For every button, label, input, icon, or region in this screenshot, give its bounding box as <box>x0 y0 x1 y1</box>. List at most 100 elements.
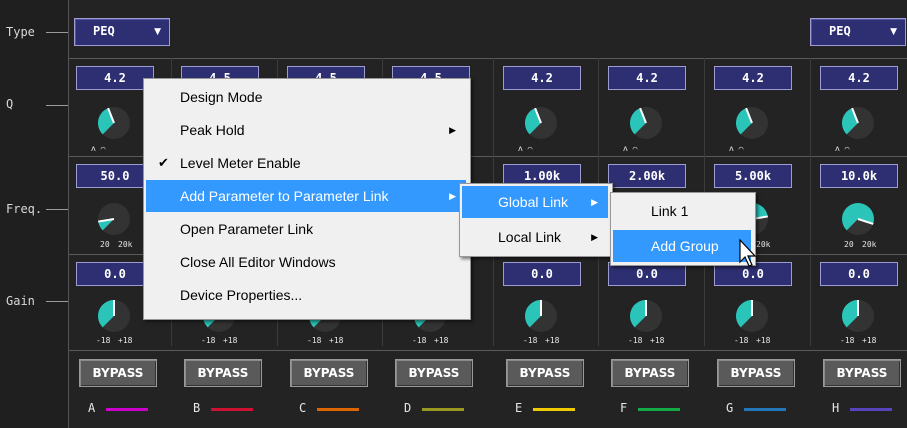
gain-value-box[interactable]: 0.0 <box>820 262 898 286</box>
bypass-button[interactable]: BYPASS <box>823 359 901 387</box>
bypass-button[interactable]: BYPASS <box>506 359 584 387</box>
chevron-down-icon: ▼ <box>154 27 161 37</box>
freq-tick-max: 20k <box>862 240 877 249</box>
chevron-down-icon: ▼ <box>890 27 897 37</box>
context-menu: Design Mode Peak Hold ▶ ✔ Level Meter Enab… <box>143 78 471 320</box>
menu-item-design-mode[interactable]: Design Mode <box>146 81 466 113</box>
gain-knob[interactable] <box>92 294 136 338</box>
gain-knob[interactable] <box>836 294 880 338</box>
freq-tick-min: 20 <box>100 240 110 249</box>
freq-value[interactable]: 50.0 <box>77 165 153 187</box>
freq-knob[interactable] <box>836 197 880 241</box>
submenu-arrow-icon: ▶ <box>449 125 456 135</box>
gain-value[interactable]: 0.0 <box>504 263 580 285</box>
channel-color-line <box>106 408 148 411</box>
gain-tick-min: -18 <box>523 336 538 345</box>
row-label-q: Q <box>6 97 14 111</box>
q-value[interactable]: 4.2 <box>715 67 791 89</box>
q-curve-icons: ʌ ⌒ <box>518 144 533 153</box>
menu-item-open-parameter-link[interactable]: Open Parameter Link <box>146 213 466 245</box>
menu-item-label: Close All Editor Windows <box>180 254 336 270</box>
menu-item-label: Design Mode <box>180 89 263 105</box>
menu-item-label: Global Link <box>498 194 569 210</box>
q-knob[interactable] <box>92 101 136 145</box>
type-dropdown-value: PEQ <box>829 24 851 38</box>
q-value[interactable]: 4.2 <box>504 67 580 89</box>
q-curve-icons: ʌ ⌒ <box>729 144 744 153</box>
channel-color-line <box>533 408 575 411</box>
gain-value[interactable]: 0.0 <box>821 263 897 285</box>
channel-color-line <box>211 408 253 411</box>
bypass-button[interactable]: BYPASS <box>611 359 689 387</box>
mouse-cursor-icon <box>739 238 757 267</box>
menu-item-global-link[interactable]: Global Link ▶ <box>462 186 608 218</box>
global-link-submenu: Link 1 Add Group <box>610 192 756 266</box>
menu-item-add-parameter-link[interactable]: Add Parameter to Parameter Link ▶ <box>146 180 466 212</box>
menu-item-close-all-editor-windows[interactable]: Close All Editor Windows <box>146 246 466 278</box>
freq-value[interactable]: 2.00k <box>609 165 685 187</box>
gain-tick-max: +18 <box>118 336 133 345</box>
q-knob[interactable] <box>624 101 668 145</box>
bypass-button[interactable]: BYPASS <box>717 359 795 387</box>
menu-item-label: Add Group <box>651 238 719 254</box>
menu-item-link-1[interactable]: Link 1 <box>613 195 751 227</box>
q-curve-icons: ʌ ⌒ <box>623 144 638 153</box>
gain-knob[interactable] <box>730 294 774 338</box>
type-dropdown-h[interactable]: PEQ ▼ <box>810 18 906 46</box>
column-divider <box>810 58 811 346</box>
menu-item-level-meter-enable[interactable]: ✔ Level Meter Enable <box>146 147 466 179</box>
freq-value[interactable]: 5.00k <box>715 165 791 187</box>
q-value[interactable]: 4.2 <box>821 67 897 89</box>
q-value-box[interactable]: 4.2 <box>608 66 686 90</box>
freq-knob[interactable] <box>92 197 136 241</box>
q-value-box[interactable]: 4.2 <box>503 66 581 90</box>
freq-value-box[interactable]: 2.00k <box>608 164 686 188</box>
q-value-box[interactable]: 4.2 <box>714 66 792 90</box>
gain-tick-min: -18 <box>734 336 749 345</box>
submenu-arrow-icon: ▶ <box>591 197 598 207</box>
channel-label: A <box>88 401 96 415</box>
channel-label: G <box>726 401 734 415</box>
q-value-box[interactable]: 4.2 <box>820 66 898 90</box>
row-leader-gain <box>46 301 68 302</box>
gain-value[interactable]: 0.0 <box>77 263 153 285</box>
bypass-button[interactable]: BYPASS <box>290 359 368 387</box>
gain-tick-min: -18 <box>201 336 216 345</box>
q-knob[interactable] <box>730 101 774 145</box>
submenu-arrow-icon: ▶ <box>449 191 456 201</box>
freq-value-box[interactable]: 10.0k <box>820 164 898 188</box>
menu-item-device-properties[interactable]: Device Properties... <box>146 279 466 311</box>
channel-label: C <box>299 401 307 415</box>
bypass-button[interactable]: BYPASS <box>395 359 473 387</box>
freq-value-box[interactable]: 5.00k <box>714 164 792 188</box>
gain-knob[interactable] <box>519 294 563 338</box>
menu-item-label: Device Properties... <box>180 287 303 303</box>
peq-editor-window: Type Q Freq. Gain PEQ ▼ PEQ ▼ 4.2 ʌ ⌒ 50.0… <box>0 0 907 428</box>
type-dropdown-value: PEQ <box>93 24 115 38</box>
gain-knob[interactable] <box>624 294 668 338</box>
gain-value[interactable]: 0.0 <box>609 263 685 285</box>
bypass-button[interactable]: BYPASS <box>184 359 262 387</box>
channel-label: F <box>620 401 628 415</box>
menu-item-add-group[interactable]: Add Group <box>613 230 751 262</box>
menu-item-local-link[interactable]: Local Link ▶ <box>462 221 608 253</box>
row-label-column: Type Q Freq. Gain <box>0 0 69 428</box>
channel-color-line <box>850 408 892 411</box>
q-value[interactable]: 4.2 <box>77 67 153 89</box>
channel-label: H <box>832 401 840 415</box>
q-knob[interactable] <box>836 101 880 145</box>
channel-color-line <box>744 408 786 411</box>
checkmark-icon: ✔ <box>158 155 169 170</box>
row-leader-q <box>46 105 68 106</box>
type-dropdown-a[interactable]: PEQ ▼ <box>74 18 170 46</box>
menu-item-peak-hold[interactable]: Peak Hold ▶ <box>146 114 466 146</box>
row-leader-freq <box>46 209 68 210</box>
parameter-link-submenu: Global Link ▶ Local Link ▶ <box>459 183 613 257</box>
bypass-button[interactable]: BYPASS <box>79 359 157 387</box>
q-knob[interactable] <box>519 101 563 145</box>
freq-value[interactable]: 10.0k <box>821 165 897 187</box>
freq-tick-max: 20k <box>756 240 771 249</box>
channel-color-line <box>422 408 464 411</box>
q-value[interactable]: 4.2 <box>609 67 685 89</box>
gain-value-box[interactable]: 0.0 <box>503 262 581 286</box>
